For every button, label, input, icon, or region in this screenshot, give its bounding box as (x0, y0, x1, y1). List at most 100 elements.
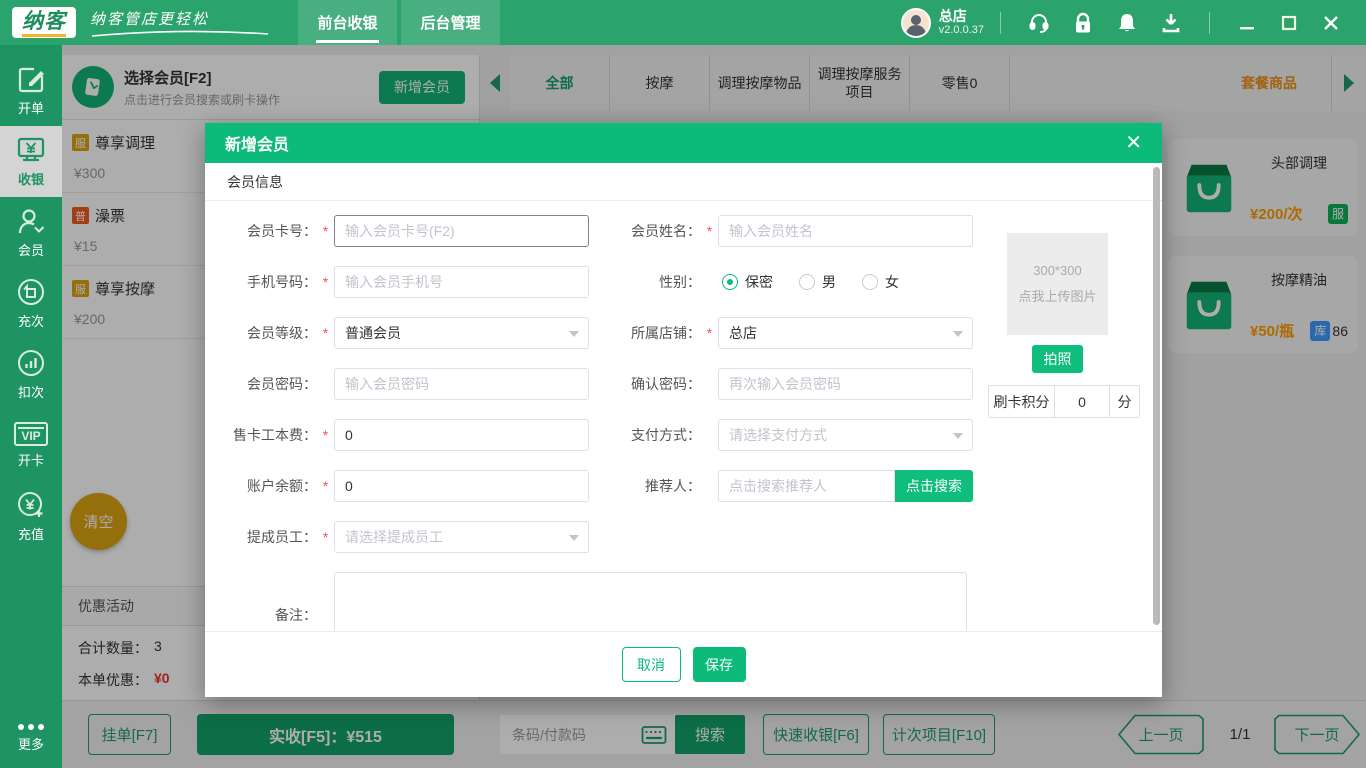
shop-select[interactable]: 总店 (718, 317, 973, 349)
maximize-button[interactable] (1276, 10, 1302, 36)
remark-input[interactable] (334, 572, 967, 631)
balance-input[interactable] (334, 470, 589, 502)
required-star: * (317, 521, 334, 553)
required-star: * (317, 215, 334, 247)
minimize-button[interactable] (1234, 10, 1260, 36)
sidebar-item-open-card[interactable]: VIP 开卡 (0, 410, 62, 481)
sidebar-item-deduct-times[interactable]: 扣次 (0, 339, 62, 410)
tab-front-cashier[interactable]: 前台收银 (298, 0, 397, 45)
card-points-input[interactable] (1054, 385, 1110, 418)
field-card-no: 会员卡号： * (205, 215, 589, 247)
notification-bell-icon[interactable] (1115, 11, 1139, 35)
app-version: v2.0.0.37 (939, 24, 984, 37)
lock-icon[interactable] (1071, 11, 1095, 35)
divider (1000, 12, 1001, 34)
sidebar-spacer (0, 552, 62, 708)
card-no-input[interactable] (334, 215, 589, 247)
deduct-times-icon (16, 348, 46, 378)
required-star: * (317, 470, 334, 502)
photo-size-hint: 300*300 (1033, 263, 1081, 278)
sidebar-item-member[interactable]: 会员 (0, 197, 62, 268)
payment-method-select[interactable]: 请选择支付方式 (718, 419, 973, 451)
sidebar-item-open-order[interactable]: 开单 (0, 55, 62, 126)
field-confirm-password: 确认密码： (589, 368, 973, 400)
photo-upload-box[interactable]: 300*300 点我上传图片 (1007, 233, 1108, 335)
modal-scrollbar[interactable] (1153, 167, 1160, 625)
sidebar-item-recharge-times[interactable]: 充次 (0, 268, 62, 339)
required-star: * (701, 215, 718, 247)
field-password: 会员密码： (205, 368, 589, 400)
add-member-modal: 新增会员 ✕ 会员信息 会员卡号： * 会员姓名： * (205, 123, 1162, 697)
cash-register-icon (16, 135, 46, 165)
app-window: 纳客 纳客管店更轻松 前台收银 后台管理 总店 v2.0.0.37 (0, 0, 1366, 768)
card-points-group: 刷卡积分 分 (988, 385, 1140, 418)
recharge-icon (16, 490, 46, 520)
referrer-input[interactable] (718, 470, 895, 502)
chevron-down-icon (953, 331, 963, 337)
close-window-button[interactable] (1318, 10, 1344, 36)
referrer-search-button[interactable]: 点击搜索 (895, 470, 973, 502)
card-points-unit: 分 (1110, 385, 1140, 418)
topbar-right: 总店 v2.0.0.37 (901, 8, 1352, 38)
member-info-section-title: 会员信息 (205, 163, 1162, 201)
gender-radio-secret[interactable]: 保密 (722, 272, 773, 292)
close-icon[interactable]: ✕ (1125, 133, 1142, 153)
field-referrer: 推荐人： 点击搜索 (589, 470, 973, 502)
gender-radio-female[interactable]: 女 (862, 272, 899, 292)
sidebar-item-recharge[interactable]: 充值 (0, 481, 62, 552)
field-member-name: 会员姓名： * (589, 215, 973, 247)
slogan: 纳客管店更轻松 (90, 8, 270, 38)
phone-input[interactable] (334, 266, 589, 298)
required-star: * (317, 317, 334, 349)
main-nav-tabs: 前台收银 后台管理 (298, 0, 504, 45)
required-star: * (317, 419, 334, 451)
card-points-label: 刷卡积分 (988, 385, 1054, 418)
avatar[interactable] (901, 8, 931, 38)
download-icon[interactable] (1159, 11, 1183, 35)
chevron-down-icon (569, 535, 579, 541)
field-card-fee: 售卡工本费： * (205, 419, 589, 451)
password-input[interactable] (334, 368, 589, 400)
field-remark: 备注： (205, 572, 967, 631)
sidebar-item-cashier[interactable]: 收银 (0, 126, 62, 197)
logo-text: 纳客 (22, 9, 66, 37)
chevron-down-icon (569, 331, 579, 337)
modal-footer: 取消 保存 (205, 631, 1162, 697)
divider (1209, 12, 1210, 34)
referrer-group: 点击搜索 (718, 470, 973, 502)
gender-radio-group: 保密 男 女 (722, 266, 899, 298)
tab-backend-admin[interactable]: 后台管理 (401, 0, 500, 45)
topbar: 纳客 纳客管店更轻松 前台收银 后台管理 总店 v2.0.0.37 (0, 0, 1366, 45)
vip-card-icon: VIP (14, 422, 48, 446)
modal-header: 新增会员 ✕ (205, 123, 1162, 163)
sidebar-item-more[interactable]: 更多 (0, 708, 62, 768)
member-icon (16, 206, 46, 236)
store-name: 总店 (939, 8, 984, 24)
modal-title: 新增会员 (225, 131, 289, 155)
member-level-select[interactable]: 普通会员 (334, 317, 589, 349)
cancel-button[interactable]: 取消 (622, 647, 681, 682)
chevron-down-icon (953, 433, 963, 439)
member-form: 会员卡号： * 会员姓名： * 手机号码： * 性别： (205, 201, 995, 631)
member-name-input[interactable] (718, 215, 973, 247)
field-gender: 性别： 保密 男 女 (589, 266, 899, 298)
recharge-times-icon (16, 277, 46, 307)
app-logo: 纳客 (12, 7, 76, 38)
customer-service-icon[interactable] (1027, 11, 1051, 35)
field-phone: 手机号码： * (205, 266, 589, 298)
confirm-password-input[interactable] (718, 368, 973, 400)
field-balance: 账户余额： * (205, 470, 589, 502)
take-photo-button[interactable]: 拍照 (1032, 345, 1083, 373)
commission-staff-select[interactable]: 请选择提成员工 (334, 521, 589, 553)
field-shop: 所属店铺： * 总店 (589, 317, 973, 349)
field-member-level: 会员等级： * 普通会员 (205, 317, 589, 349)
gender-radio-male[interactable]: 男 (799, 272, 836, 292)
save-button[interactable]: 保存 (693, 647, 746, 682)
slogan-underline (90, 30, 270, 38)
photo-upload-hint: 点我上传图片 (1018, 286, 1096, 305)
card-fee-input[interactable] (334, 419, 589, 451)
required-star: * (701, 317, 718, 349)
store-meta: 总店 v2.0.0.37 (939, 8, 984, 37)
order-edit-icon (16, 64, 46, 94)
field-commission-staff: 提成员工： * 请选择提成员工 (205, 521, 589, 553)
